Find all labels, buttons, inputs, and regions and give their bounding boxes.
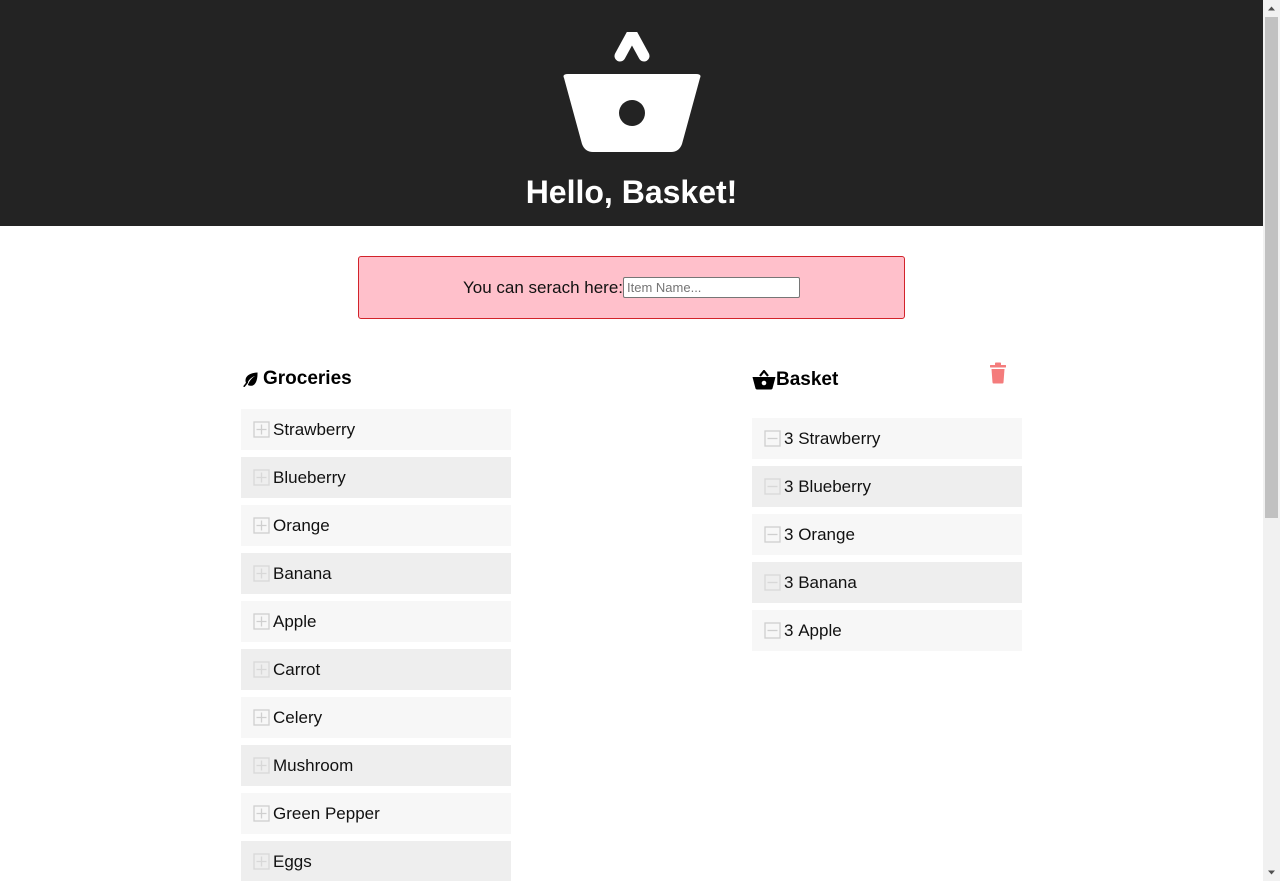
plus-square-icon[interactable] xyxy=(253,805,270,822)
grocery-item-label: Strawberry xyxy=(273,419,356,439)
grocery-item-label: Mushroom xyxy=(273,755,354,775)
leaf-icon xyxy=(243,372,258,387)
basket-item[interactable]: 3 Strawberry xyxy=(752,418,1022,459)
basket-item[interactable]: 3 Blueberry xyxy=(752,466,1022,507)
app-header: Hello, Basket! xyxy=(0,0,1263,226)
groceries-title: Groceries xyxy=(263,368,352,389)
groceries-heading: Groceries xyxy=(243,368,352,390)
basket-item-label: Strawberry xyxy=(798,428,881,448)
plus-square-icon[interactable] xyxy=(253,421,270,438)
groceries-list: Strawberry Blueberry Orange Banana Apple… xyxy=(241,409,511,881)
basket-item-label: Apple xyxy=(798,620,842,640)
plus-square-icon[interactable] xyxy=(253,661,270,678)
grocery-item[interactable]: Carrot xyxy=(241,649,511,690)
scroll-down-arrow-icon[interactable] xyxy=(1263,864,1280,881)
basket-title: Basket xyxy=(776,369,839,390)
plus-square-icon[interactable] xyxy=(253,757,270,774)
basket-item-qty: 3 xyxy=(784,572,794,592)
grocery-item-label: Eggs xyxy=(273,851,312,871)
grocery-item[interactable]: Mushroom xyxy=(241,745,511,786)
grocery-item-label: Carrot xyxy=(273,659,321,679)
basket-item-qty: 3 xyxy=(784,476,794,496)
basket-item[interactable]: 3 Apple xyxy=(752,610,1022,651)
plus-square-icon[interactable] xyxy=(253,853,270,870)
basket-icon xyxy=(752,370,776,390)
grocery-item-label: Orange xyxy=(273,515,330,535)
grocery-item-label: Celery xyxy=(273,707,323,727)
grocery-item-label: Blueberry xyxy=(273,467,346,487)
grocery-item[interactable]: Strawberry xyxy=(241,409,511,450)
basket-item-qty: 3 xyxy=(784,428,794,448)
grocery-item[interactable]: Orange xyxy=(241,505,511,546)
search-input[interactable] xyxy=(623,277,801,298)
grocery-item-label: Apple xyxy=(273,611,317,631)
grocery-item[interactable]: Green Pepper xyxy=(241,793,511,834)
basket-item[interactable]: 3 Orange xyxy=(752,514,1022,555)
basket-item[interactable]: 3 Banana xyxy=(752,562,1022,603)
minus-square-icon[interactable] xyxy=(764,574,781,591)
minus-square-icon[interactable] xyxy=(764,478,781,495)
grocery-item[interactable]: Eggs xyxy=(241,841,511,881)
basket-item-label: Orange xyxy=(798,524,855,544)
basket-item-qty: 3 xyxy=(784,524,794,544)
vertical-scrollbar[interactable] xyxy=(1263,0,1280,881)
minus-square-icon[interactable] xyxy=(764,526,781,543)
scrollbar-thumb[interactable] xyxy=(1265,17,1278,518)
basket-icon xyxy=(563,32,701,152)
grocery-item[interactable]: Apple xyxy=(241,601,511,642)
grocery-item[interactable]: Celery xyxy=(241,697,511,738)
basket-heading: Basket xyxy=(752,369,838,391)
search-label: You can serach here: xyxy=(462,277,624,297)
grocery-item[interactable]: Blueberry xyxy=(241,457,511,498)
basket-list: 3 Strawberry 3 Blueberry 3 Orange 3 Bana… xyxy=(752,418,1022,658)
plus-square-icon[interactable] xyxy=(253,709,270,726)
page-title: Hello, Basket! xyxy=(525,174,738,210)
plus-square-icon[interactable] xyxy=(253,469,270,486)
basket-item-label: Banana xyxy=(798,572,857,592)
plus-square-icon[interactable] xyxy=(253,613,270,630)
grocery-item-label: Green Pepper xyxy=(273,803,380,823)
search-panel: You can serach here: xyxy=(358,256,905,319)
trash-icon[interactable] xyxy=(989,362,1007,384)
scroll-up-arrow-icon[interactable] xyxy=(1263,0,1280,17)
grocery-item-label: Banana xyxy=(273,563,332,583)
grocery-item[interactable]: Banana xyxy=(241,553,511,594)
page: Hello, Basket! You can serach here: Groc… xyxy=(0,0,1263,881)
plus-square-icon[interactable] xyxy=(253,565,270,582)
basket-item-qty: 3 xyxy=(784,620,794,640)
plus-square-icon[interactable] xyxy=(253,517,270,534)
minus-square-icon[interactable] xyxy=(764,622,781,639)
basket-item-label: Blueberry xyxy=(798,476,871,496)
minus-square-icon[interactable] xyxy=(764,430,781,447)
